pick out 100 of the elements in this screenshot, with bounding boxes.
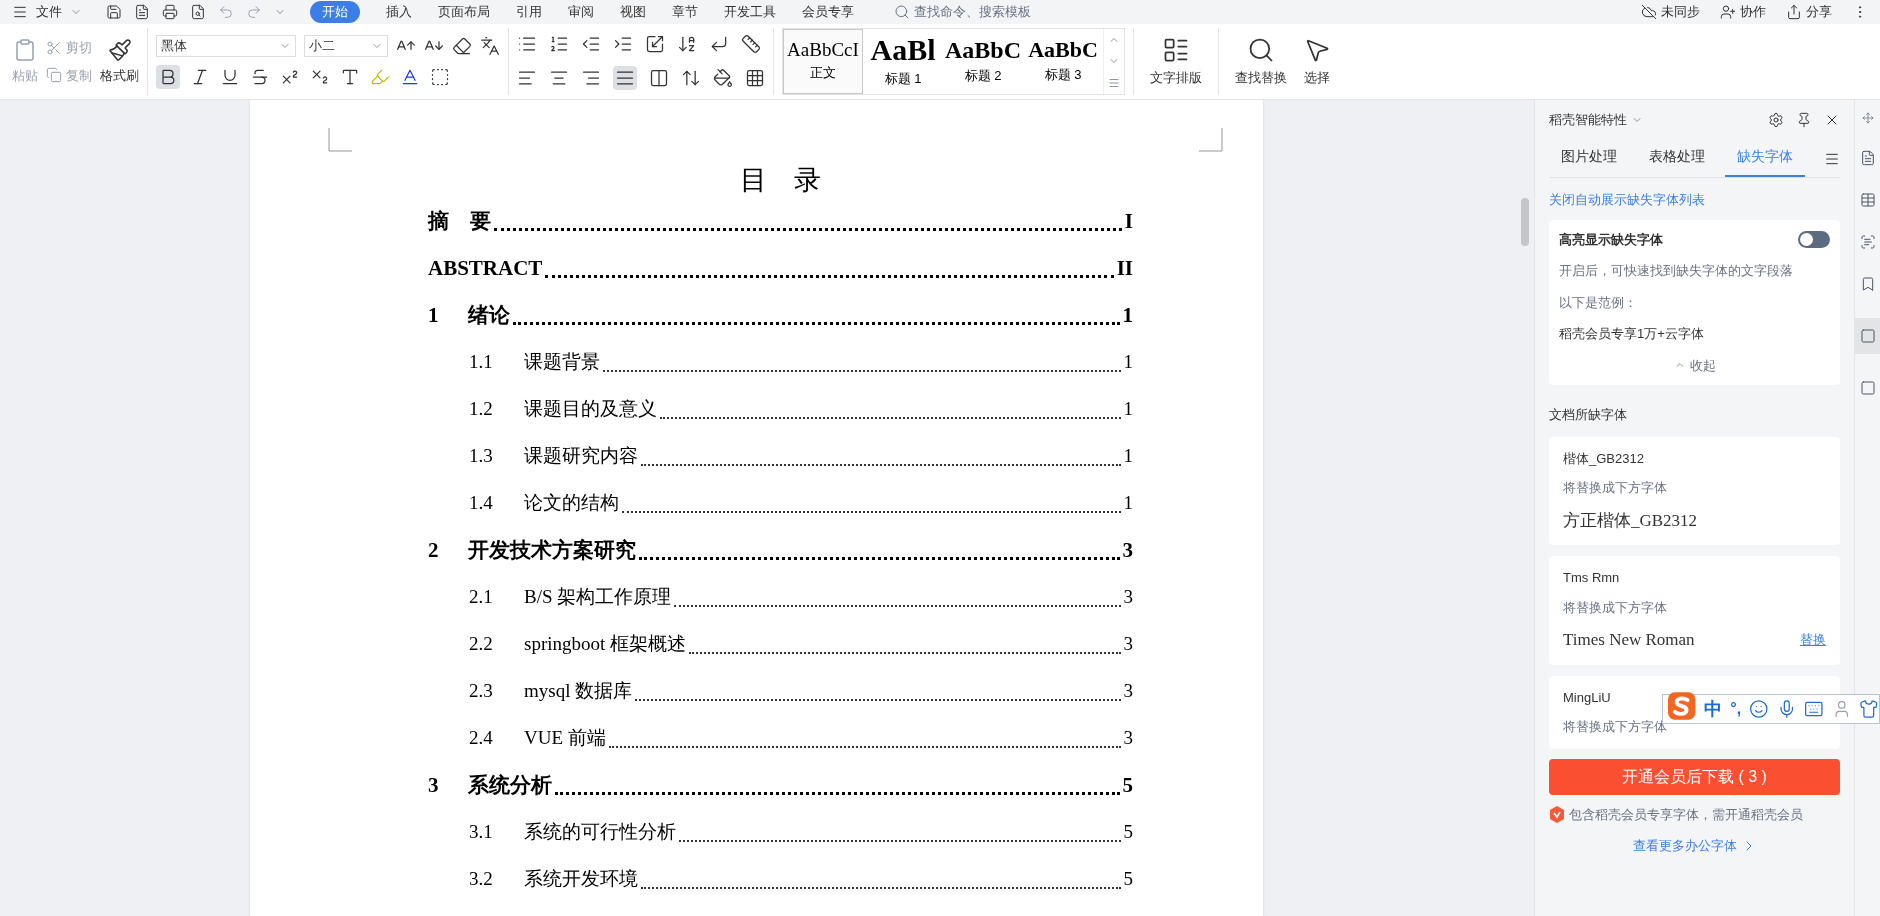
panel-tab[interactable]: 图片处理	[1549, 146, 1629, 177]
ribbon-tab[interactable]: 章节	[672, 1, 698, 23]
missing-font-name: 楷体_GB2312	[1563, 449, 1644, 468]
panel-title-menu[interactable]: 稻壳智能特性	[1549, 110, 1643, 130]
ribbon-tab[interactable]: 引用	[516, 1, 542, 23]
sidebar-tool-icon[interactable]	[1859, 150, 1876, 166]
menu-icon[interactable]	[12, 4, 28, 20]
command-search-field[interactable]: 查找命令、搜索模板	[894, 2, 1031, 22]
ribbon-tab[interactable]: 审阅	[568, 1, 594, 23]
print-icon[interactable]	[162, 4, 178, 20]
collapse-button[interactable]: 收起	[1559, 355, 1830, 375]
style-preset[interactable]: AaBbC 标题 3	[1023, 29, 1103, 94]
ribbon-tab[interactable]: 插入	[386, 1, 412, 23]
punctuation-toggle[interactable]: °,	[1730, 697, 1742, 721]
style-preset[interactable]: AaBbC 标题 2	[943, 29, 1023, 94]
toc-entry-title: ABSTRACT	[428, 254, 543, 282]
select-button[interactable]: 选择	[1295, 28, 1339, 95]
menu-icon[interactable]	[1824, 151, 1840, 167]
shirt-icon[interactable]	[1859, 699, 1879, 719]
toc-entry-title: 系统开发环境	[524, 867, 638, 892]
replace-hint: 将替换成下方字体	[1563, 598, 1667, 617]
panel-tab[interactable]: 表格处理	[1637, 146, 1717, 177]
find-replace-button[interactable]: 查找替换	[1227, 28, 1295, 95]
settings-icon[interactable]	[1768, 112, 1784, 128]
panel-tab[interactable]: 缺失字体	[1725, 146, 1805, 177]
missing-font-name: Tms Rmn	[1563, 569, 1620, 587]
ribbon-tab[interactable]: 开发工具	[724, 1, 776, 23]
toc-number: 1.2	[469, 397, 494, 422]
scrollbar-thumb[interactable]	[1521, 198, 1529, 246]
toc-page-number: 1	[1123, 397, 1133, 422]
toc-heading: 目 录	[739, 164, 822, 197]
replace-link[interactable]: 替换	[1800, 630, 1826, 650]
toc-entry-title: 系统的可行性分析	[524, 820, 676, 845]
scissors-icon	[46, 39, 62, 56]
style-label: 标题 3	[1044, 65, 1082, 84]
header-action-button[interactable]: 未同步	[1641, 2, 1700, 22]
document-icon[interactable]	[134, 4, 150, 20]
style-preset[interactable]: AaBl 标题 1	[863, 29, 943, 94]
copy-label: 复制	[66, 66, 92, 85]
copy-icon	[46, 67, 62, 84]
header-action-button[interactable]: 分享	[1786, 2, 1832, 22]
shield-badge-icon	[1549, 805, 1565, 823]
toc-page-number: I	[1124, 207, 1133, 235]
eraser-icon[interactable]	[452, 35, 472, 56]
toc-entry-title: VUE 前端	[524, 726, 606, 751]
ribbon-tab[interactable]: 页面布局	[438, 1, 490, 23]
toc-number: 2	[428, 536, 440, 564]
shading-icon[interactable]	[713, 67, 733, 88]
sidebar-tool-icon[interactable]	[1861, 112, 1874, 124]
highlight-toggle[interactable]	[1798, 230, 1830, 248]
toc-number: 1.4	[469, 491, 494, 516]
replace-hint: 将替换成下方字体	[1563, 479, 1667, 497]
ruler-icon[interactable]	[741, 33, 761, 54]
replacement-font-name: Times New Roman	[1563, 629, 1695, 651]
font-family-value: 黑体	[161, 36, 187, 55]
input-language-toggle[interactable]: 中	[1704, 695, 1723, 723]
example-label: 以下是范例：	[1559, 293, 1638, 312]
text-layout-button[interactable]: 文字排版	[1142, 28, 1210, 95]
header-action-button[interactable]: 协作	[1720, 2, 1766, 22]
ribbon-tab[interactable]: 会员专享	[802, 1, 854, 23]
toc-entry-title: 开发技术方案研究	[468, 536, 636, 564]
toc-number: 2.4	[469, 726, 494, 751]
save-icon[interactable]	[106, 4, 122, 20]
more-fonts-link[interactable]: 查看更多办公字体	[1549, 836, 1840, 856]
auto-show-link[interactable]: 关闭自动展示缺失字体列表	[1549, 190, 1840, 210]
style-preset[interactable]: AaBbCcI 正文	[783, 29, 863, 94]
borders-icon[interactable]	[745, 67, 765, 88]
preview-icon[interactable]	[190, 4, 206, 20]
toc-number: 1	[428, 301, 440, 329]
toc-page-number: 5	[1123, 820, 1133, 845]
character-border-icon[interactable]	[430, 66, 450, 87]
ribbon-tab[interactable]: 开始	[310, 1, 360, 23]
sidebar-tool-icon[interactable]	[1859, 192, 1876, 208]
user-add-icon	[1720, 4, 1736, 20]
format-painter-button[interactable]: 格式刷	[100, 37, 139, 86]
style-sample: AaBl	[870, 34, 936, 65]
file-menu[interactable]: 文件	[36, 2, 62, 22]
emoji-icon[interactable]	[1749, 699, 1769, 719]
style-label: 正文	[810, 64, 836, 83]
toc-entry-title: 摘 要	[428, 207, 491, 235]
style-sample: AaBbC	[1028, 38, 1098, 61]
sidebar-tool-icon[interactable]	[1859, 234, 1876, 250]
font-family-select[interactable]: 黑体	[156, 34, 296, 57]
sidebar-tool-icon[interactable]	[1859, 380, 1876, 396]
toc-page-number: 3	[1123, 585, 1133, 610]
keyboard-icon[interactable]	[1804, 699, 1824, 719]
toc-entry-title: springboot 框架概述	[524, 632, 687, 657]
highlight-description: 开启后，可快速找到缺失字体的文字段落	[1559, 262, 1794, 280]
expand-gallery-icon[interactable]	[1108, 77, 1120, 90]
input-method-logo-icon[interactable]	[1667, 691, 1697, 721]
pin-icon[interactable]	[1796, 112, 1812, 128]
font-size-select[interactable]: 小二	[304, 34, 388, 57]
toc-number: 3	[428, 771, 440, 799]
toc-page-number: 1	[1123, 350, 1133, 375]
toc-page-number: II	[1116, 254, 1133, 282]
ribbon-tab[interactable]: 视图	[620, 1, 646, 23]
toc-page-number: 3	[1122, 536, 1133, 564]
search-icon	[894, 4, 910, 20]
toc-entry-title: 课题背景	[524, 350, 600, 375]
paintbrush-icon	[107, 37, 132, 62]
